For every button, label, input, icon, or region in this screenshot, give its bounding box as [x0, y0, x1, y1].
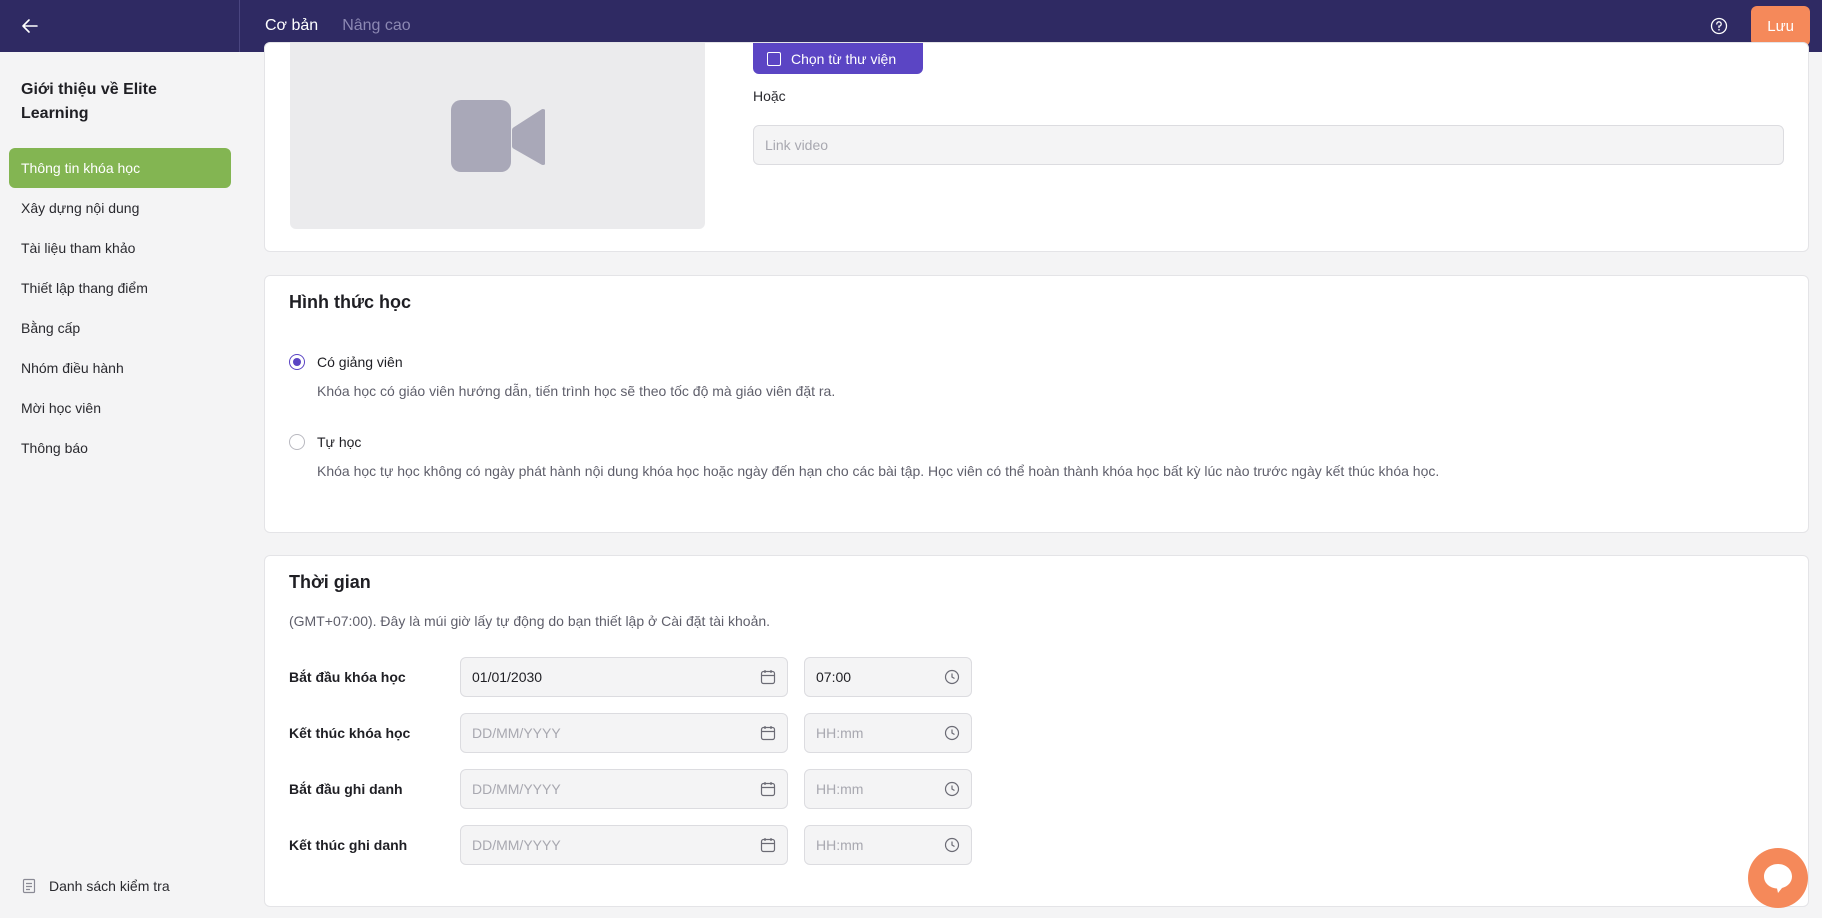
calendar-icon [760, 838, 776, 853]
learning-mode-title: Hình thức học [289, 292, 412, 312]
course-end-date-input[interactable]: DD/MM/YYYY [460, 713, 788, 753]
enroll-end-time-input[interactable]: HH:mm [804, 825, 972, 865]
video-camera-icon [450, 100, 545, 172]
tab-basic[interactable]: Cơ bản [265, 17, 318, 35]
or-label: Hoặc [753, 88, 786, 104]
clock-icon [944, 669, 960, 685]
time-card: Thời gian (GMT+07:00). Đây là múi giờ lấ… [264, 555, 1809, 907]
course-title: Giới thiệu về Elite Learning [21, 81, 157, 122]
choose-from-library-button[interactable]: Chọn từ thư viện [753, 43, 923, 74]
course-end-time-placeholder: HH:mm [816, 725, 864, 741]
library-button-label: Chọn từ thư viện [791, 50, 897, 67]
video-link-input[interactable] [753, 125, 1784, 165]
enroll-end-date-input[interactable]: DD/MM/YYYY [460, 825, 788, 865]
radio-button-self-paced[interactable] [289, 434, 305, 450]
enroll-end-time-placeholder: HH:mm [816, 837, 864, 853]
sidebar-item-references[interactable]: Tài liệu tham khảo [9, 228, 231, 268]
learning-mode-card: Hình thức học Có giảng viên Khóa học có … [264, 275, 1809, 533]
arrow-left-icon [22, 19, 38, 33]
course-start-date-input[interactable]: 01/01/2030 [460, 657, 788, 697]
help-button[interactable] [1709, 16, 1729, 36]
calendar-icon [760, 782, 776, 797]
clock-icon [944, 781, 960, 797]
chat-bubble-icon [1764, 864, 1792, 893]
label-course-end: Kết thúc khóa học [289, 725, 411, 741]
enroll-start-date-input[interactable]: DD/MM/YYYY [460, 769, 788, 809]
enroll-start-time-placeholder: HH:mm [816, 781, 864, 797]
timezone-note: (GMT+07:00). Đây là múi giờ lấy tự động … [289, 613, 771, 629]
save-button[interactable]: Lưu [1751, 6, 1810, 46]
sidebar-nav: Thông tin khóa học Xây dựng nội dung Tài… [0, 148, 240, 468]
radio-label-self-paced: Tự học [317, 434, 362, 450]
label-enroll-end: Kết thúc ghi danh [289, 837, 408, 853]
back-button[interactable] [0, 0, 240, 52]
sidebar: Giới thiệu về Elite Learning Thông tin k… [0, 52, 240, 918]
tab-bar: Cơ bản Nâng cao [240, 17, 411, 35]
radio-label-instructor: Có giảng viên [317, 354, 403, 370]
calendar-icon [760, 670, 776, 685]
sidebar-item-invite-students[interactable]: Mời học viên [9, 388, 231, 428]
clock-icon [944, 725, 960, 741]
checklist-icon [22, 878, 36, 894]
row-course-end: Kết thúc khóa học DD/MM/YYYY HH:mm [289, 713, 972, 753]
sidebar-item-grading-scale[interactable]: Thiết lập thang điểm [9, 268, 231, 308]
video-card: Chọn từ thư viện Hoặc [264, 42, 1809, 252]
help-circle-icon [1711, 17, 1728, 35]
enroll-start-time-input[interactable]: HH:mm [804, 769, 972, 809]
label-course-start: Bắt đầu khóa học [289, 669, 406, 685]
radio-description-instructor: Khóa học có giáo viên hướng dẫn, tiến tr… [317, 383, 836, 399]
course-end-time-input[interactable]: HH:mm [804, 713, 972, 753]
video-thumbnail [290, 43, 705, 229]
sidebar-item-build-content[interactable]: Xây dựng nội dung [9, 188, 231, 228]
course-end-date-placeholder: DD/MM/YYYY [472, 725, 561, 741]
sidebar-item-certificates[interactable]: Bằng cấp [9, 308, 231, 348]
row-enroll-end: Kết thúc ghi danh DD/MM/YYYY HH:mm [289, 825, 972, 865]
radio-option-self-paced[interactable]: Tự học [289, 434, 361, 450]
course-start-date-value: 01/01/2030 [472, 669, 543, 685]
calendar-icon [760, 726, 776, 741]
library-checkbox-icon [767, 51, 781, 66]
label-enroll-start: Bắt đầu ghi danh [289, 781, 403, 797]
enroll-start-date-placeholder: DD/MM/YYYY [472, 781, 561, 797]
sidebar-item-admin-group[interactable]: Nhóm điều hành [9, 348, 231, 388]
clock-icon [944, 837, 960, 853]
enroll-end-date-placeholder: DD/MM/YYYY [472, 837, 561, 853]
tab-advanced[interactable]: Nâng cao [342, 17, 411, 35]
sidebar-item-course-info[interactable]: Thông tin khóa học [9, 148, 231, 188]
course-start-time-value: 07:00 [816, 669, 852, 685]
course-start-time-input[interactable]: 07:00 [804, 657, 972, 697]
chat-button[interactable] [1748, 848, 1808, 908]
sidebar-item-notifications[interactable]: Thông báo [9, 428, 231, 468]
row-enroll-start: Bắt đầu ghi danh DD/MM/YYYY HH:mm [289, 769, 972, 809]
radio-description-self-paced: Khóa học tự học không có ngày phát hành … [317, 463, 1440, 479]
checklist-label: Danh sách kiểm tra [49, 878, 170, 894]
row-course-start: Bắt đầu khóa học 01/01/2030 07:00 [289, 657, 972, 697]
checklist-link[interactable]: Danh sách kiểm tra [21, 878, 170, 894]
radio-option-instructor[interactable]: Có giảng viên [289, 354, 403, 370]
time-title: Thời gian [289, 572, 371, 592]
radio-button-instructor[interactable] [289, 354, 305, 370]
